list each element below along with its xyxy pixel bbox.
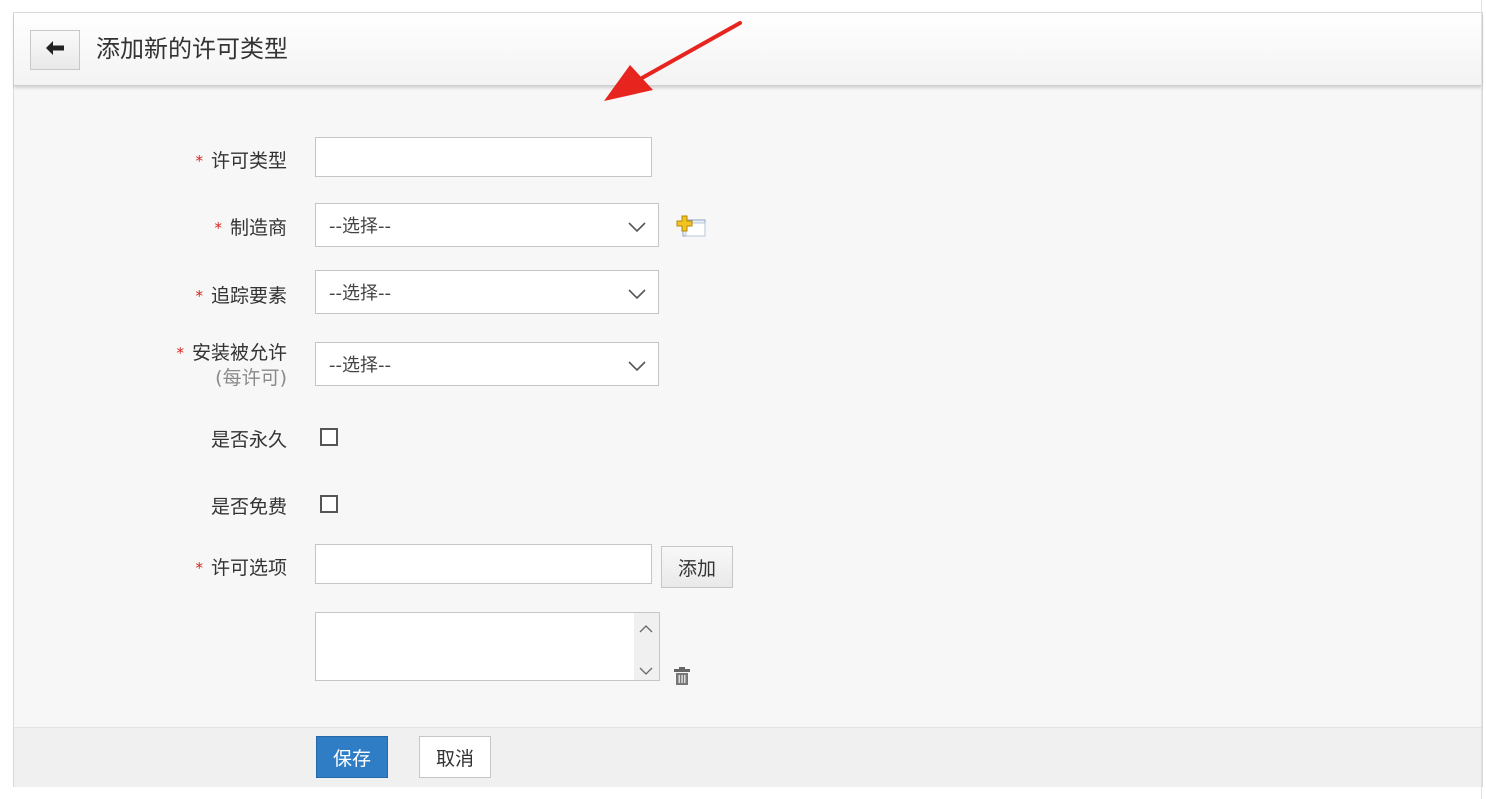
arrow-left-icon: [45, 40, 65, 60]
is-perpetual-label: 是否永久: [210, 429, 287, 451]
required-marker: *: [176, 344, 184, 362]
license-options-list[interactable]: [315, 612, 660, 681]
page-title: 添加新的许可类型: [96, 35, 288, 63]
license-type-input[interactable]: [315, 137, 652, 177]
manufacturer-select[interactable]: --选择--: [315, 203, 659, 247]
is-free-checkbox[interactable]: [320, 495, 338, 513]
scroll-down-icon[interactable]: [639, 661, 653, 680]
form-panel: 添加新的许可类型 * 许可类型 * 制造商 --选择-- * 追踪要素 --选择-- …: [13, 12, 1483, 787]
chevron-down-icon: [628, 356, 646, 377]
chevron-down-icon: [628, 217, 646, 238]
trash-icon[interactable]: [673, 666, 691, 690]
required-marker: *: [195, 287, 203, 305]
is-perpetual-checkbox[interactable]: [320, 428, 338, 446]
installs-allowed-label: * 安装被允许 (每许可): [176, 342, 287, 389]
back-button[interactable]: [30, 30, 80, 70]
manufacturer-selected: --选择--: [329, 216, 391, 237]
installs-allowed-selected: --选择--: [329, 355, 391, 376]
save-button[interactable]: 保存: [316, 736, 388, 778]
tracking-element-label: * 追踪要素: [195, 285, 287, 307]
list-scrollbar[interactable]: [634, 613, 659, 680]
form-footer: 保存 取消: [14, 727, 1482, 787]
is-free-label: 是否免费: [210, 496, 287, 518]
chevron-down-icon: [628, 284, 646, 305]
license-option-input[interactable]: [315, 544, 652, 584]
page-divider: [1481, 0, 1482, 799]
scroll-up-icon[interactable]: [639, 619, 653, 638]
required-marker: *: [195, 559, 203, 577]
required-marker: *: [195, 152, 203, 170]
license-type-label: * 许可类型: [195, 150, 287, 172]
add-manufacturer-icon[interactable]: [675, 215, 707, 243]
installs-allowed-sublabel: (每许可): [215, 367, 287, 389]
tracking-element-select[interactable]: --选择--: [315, 270, 659, 314]
installs-allowed-select[interactable]: --选择--: [315, 342, 659, 386]
required-marker: *: [214, 219, 222, 237]
annotation-arrow: [604, 21, 742, 101]
license-options-label: * 许可选项: [195, 557, 287, 579]
cancel-button[interactable]: 取消: [419, 736, 491, 778]
add-option-button[interactable]: 添加: [661, 546, 733, 588]
manufacturer-label: * 制造商: [214, 217, 287, 239]
tracking-element-selected: --选择--: [329, 283, 391, 304]
